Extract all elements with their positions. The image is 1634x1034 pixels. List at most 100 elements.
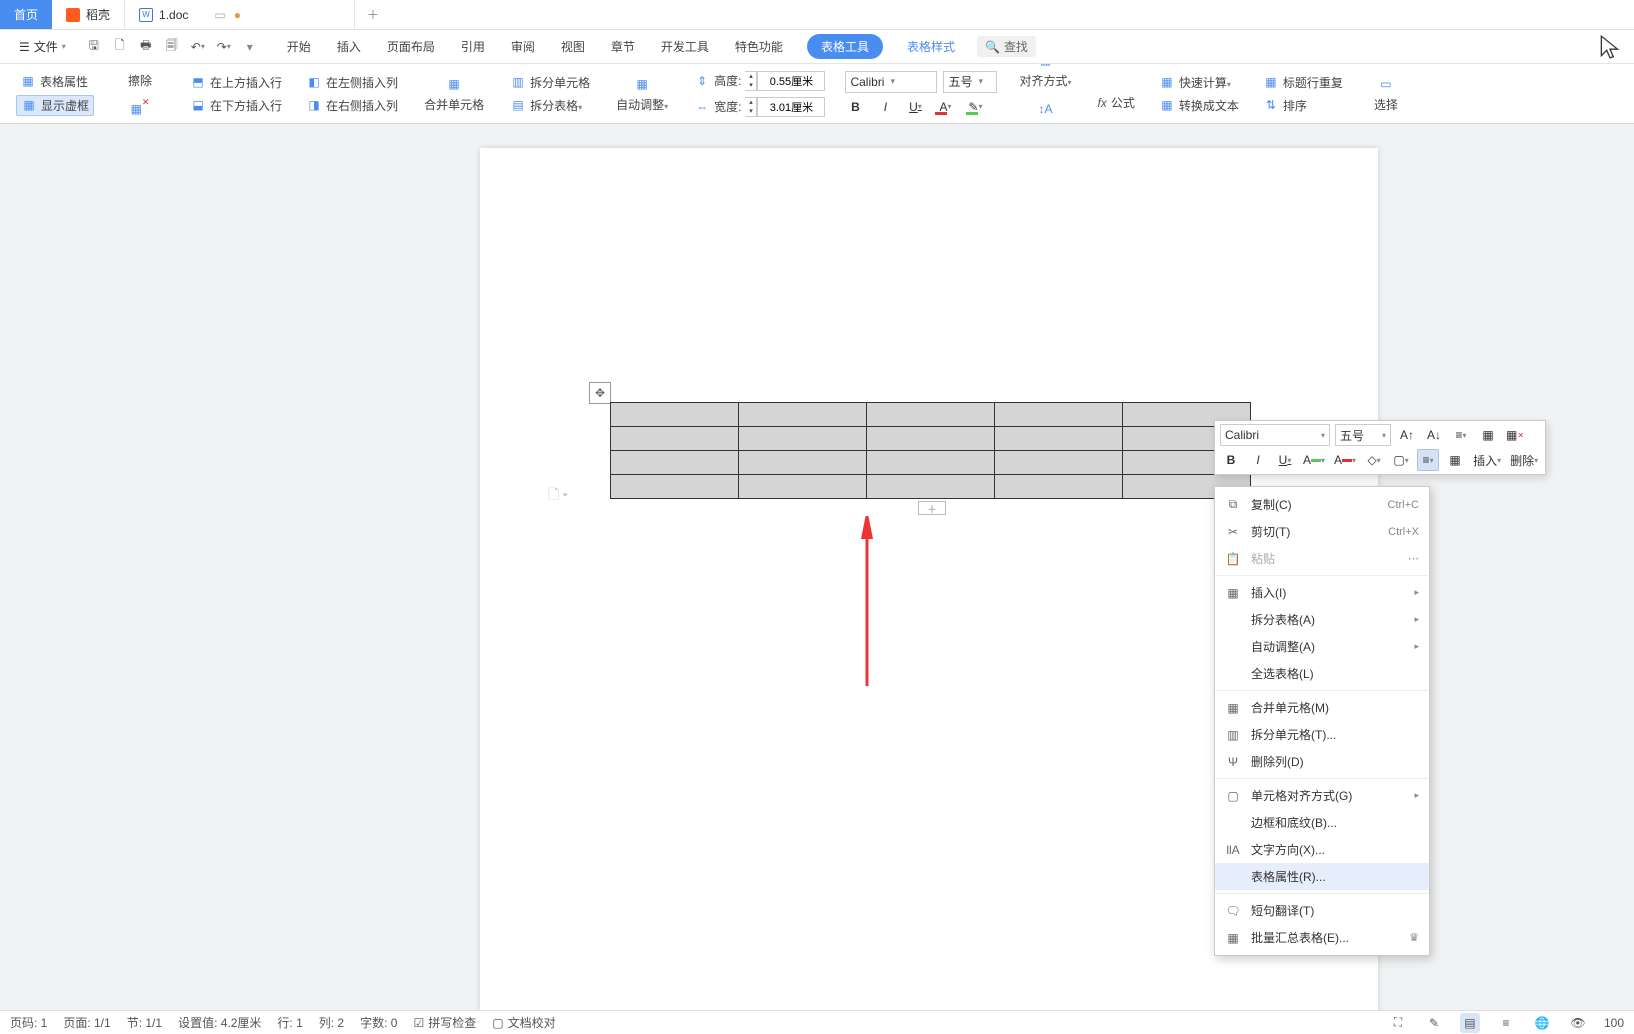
line-spacing-button[interactable]: ≡▾ — [1450, 424, 1472, 446]
italic-button[interactable]: I — [875, 97, 895, 117]
width-input[interactable]: ▴▾ — [745, 97, 825, 117]
tab-chapter[interactable]: 章节 — [609, 34, 637, 59]
mini-delete-button[interactable]: 删除▾ — [1508, 449, 1540, 471]
font-color-button[interactable]: A▾ — [935, 97, 955, 117]
tab-document[interactable]: W 1.doc ▭ ● — [125, 0, 355, 29]
mini-insert-button[interactable]: 插入▾ — [1471, 449, 1503, 471]
mini-table-icon[interactable]: ▦ — [1477, 424, 1499, 446]
spin-down-icon[interactable]: ▾ — [745, 81, 756, 90]
status-row[interactable]: 行: 1 — [277, 1014, 302, 1031]
sort-button[interactable]: ⇅排序 — [1259, 96, 1347, 115]
text-direction-button[interactable]: ↕A文字方向▾ — [1013, 97, 1077, 125]
tab-close-icon[interactable]: ● — [234, 8, 241, 22]
tab-table-style[interactable]: 表格样式 — [905, 34, 957, 59]
print-icon[interactable]: 🖶 — [137, 38, 155, 56]
tab-references[interactable]: 引用 — [459, 34, 487, 59]
font-name-select[interactable]: Calibri▾ — [845, 71, 937, 93]
ctx-select-table[interactable]: 全选表格(L) — [1215, 660, 1429, 687]
table-properties-button[interactable]: ▦表格属性 — [16, 72, 94, 91]
table-row[interactable] — [611, 427, 1251, 451]
ctx-delete-col[interactable]: Ψ删除列(D) — [1215, 748, 1429, 775]
edit-mode-icon[interactable]: ✎ — [1424, 1013, 1444, 1033]
web-view-icon[interactable]: 🌐 — [1532, 1013, 1552, 1033]
insert-row-above-button[interactable]: ⬒在上方插入行 — [186, 73, 286, 92]
ctx-table-properties[interactable]: 表格属性(R)... — [1215, 863, 1429, 890]
status-col[interactable]: 列: 2 — [319, 1014, 344, 1031]
file-menu-button[interactable]: ☰ 文件 ▾ — [10, 33, 75, 60]
ctx-insert[interactable]: ▦插入(I)▸ — [1215, 579, 1429, 606]
ctx-auto-fit[interactable]: 自动调整(A)▸ — [1215, 633, 1429, 660]
mini-italic-button[interactable]: I — [1247, 449, 1269, 471]
status-page-number[interactable]: 页码: 1 — [10, 1014, 47, 1031]
qat-dropdown-icon[interactable]: ▾ — [241, 38, 259, 56]
ctx-batch-summary[interactable]: ▦批量汇总表格(E)...♛ — [1215, 924, 1429, 951]
document-table[interactable] — [610, 402, 1251, 499]
tab-table-tools[interactable]: 表格工具 — [807, 34, 883, 59]
select-button[interactable]: ▭选择 — [1363, 72, 1409, 115]
spin-up-icon[interactable]: ▴ — [745, 98, 756, 107]
underline-button[interactable]: U▾ — [905, 97, 925, 117]
undo-icon[interactable]: ↶▾ — [189, 38, 207, 56]
ctx-split-table[interactable]: 拆分表格(A)▸ — [1215, 606, 1429, 633]
tab-devtools[interactable]: 开发工具 — [659, 34, 711, 59]
mini-font-color-button[interactable]: A▾ — [1332, 449, 1358, 471]
tab-start[interactable]: 开始 — [285, 34, 313, 59]
mini-bold-button[interactable]: B — [1220, 449, 1242, 471]
fullscreen-icon[interactable]: ⛶ — [1388, 1013, 1408, 1033]
quick-calc-button[interactable]: ▦快速计算▾ — [1155, 73, 1243, 92]
ctx-copy[interactable]: ⧉复制(C)Ctrl+C — [1215, 491, 1429, 518]
status-words[interactable]: 字数: 0 — [360, 1014, 397, 1031]
zoom-level[interactable]: 100 — [1604, 1016, 1624, 1030]
alignment-button[interactable]: ▦对齐方式▾ — [1013, 64, 1077, 91]
tab-view[interactable]: 视图 — [559, 34, 587, 59]
table-row[interactable] — [611, 403, 1251, 427]
page-layout-view-icon[interactable]: ▤ — [1460, 1013, 1480, 1033]
eraser-button[interactable]: ▱擦除 — [117, 64, 163, 91]
tab-page-layout[interactable]: 页面布局 — [385, 34, 437, 59]
outline-view-icon[interactable]: ≡ — [1496, 1013, 1516, 1033]
font-size-select[interactable]: 五号▾ — [943, 71, 997, 93]
status-spellcheck[interactable]: ☑拼写检查 — [413, 1014, 476, 1031]
mini-font-name-select[interactable]: Calibri▾ — [1220, 424, 1330, 446]
shrink-font-button[interactable]: A↓ — [1423, 424, 1445, 446]
show-gridlines-button[interactable]: ▦显示虚框 — [16, 95, 94, 116]
split-table-button[interactable]: ▤拆分表格▾ — [506, 96, 594, 115]
insert-row-below-button[interactable]: ⬓在下方插入行 — [186, 96, 286, 115]
status-setting[interactable]: 设置值: 4.2厘米 — [178, 1014, 261, 1031]
mini-align-button[interactable]: ≡▾ — [1417, 449, 1439, 471]
bold-button[interactable]: B — [845, 97, 865, 117]
tab-review[interactable]: 审阅 — [509, 34, 537, 59]
mini-delete-table-icon[interactable]: ▦✕ — [1504, 424, 1526, 446]
formula-button[interactable]: fx 公式 — [1094, 93, 1139, 112]
table-row[interactable] — [611, 451, 1251, 475]
mini-font-size-select[interactable]: 五号▾ — [1335, 424, 1391, 446]
status-section[interactable]: 节: 1/1 — [127, 1014, 162, 1031]
ctx-cell-align[interactable]: ▢单元格对齐方式(G)▸ — [1215, 782, 1429, 809]
new-tab-button[interactable]: ＋ — [355, 0, 391, 29]
width-field[interactable] — [757, 97, 825, 117]
tab-menu-icon[interactable]: ▭ — [214, 8, 225, 22]
spin-up-icon[interactable]: ▴ — [745, 72, 756, 81]
split-cells-button[interactable]: ▥拆分单元格 — [506, 73, 594, 92]
ctx-text-direction[interactable]: llA文字方向(X)... — [1215, 836, 1429, 863]
reading-view-icon[interactable]: 👁 — [1568, 1013, 1588, 1033]
mini-border-button[interactable]: ▢▾ — [1390, 449, 1412, 471]
table-row[interactable] — [611, 475, 1251, 499]
ctx-cut[interactable]: ✂剪切(T)Ctrl+X — [1215, 518, 1429, 545]
grow-font-button[interactable]: A↑ — [1396, 424, 1418, 446]
table-move-handle[interactable]: ✥ — [589, 382, 611, 404]
tab-home[interactable]: 首页 — [0, 0, 52, 29]
print-preview-icon[interactable]: 🗋 — [111, 38, 129, 56]
tab-insert[interactable]: 插入 — [335, 34, 363, 59]
delete-button[interactable]: ▦✕删除▾ — [117, 97, 163, 125]
ctx-split-cells[interactable]: ▥拆分单元格(T)... — [1215, 721, 1429, 748]
convert-to-text-button[interactable]: ▦转换成文本 — [1155, 96, 1243, 115]
redo-icon[interactable]: ↷▾ — [215, 38, 233, 56]
insert-col-left-button[interactable]: ◧在左侧插入列 — [302, 73, 402, 92]
save-icon[interactable]: 🖫 — [85, 38, 103, 56]
preview-icon[interactable]: 🗐 — [163, 38, 181, 56]
ctx-borders-shading[interactable]: 边框和底纹(B)... — [1215, 809, 1429, 836]
ctx-merge-cells[interactable]: ▦合并单元格(M) — [1215, 694, 1429, 721]
add-row-button[interactable]: ＋ — [918, 501, 946, 515]
tab-daoke[interactable]: 稻壳 — [52, 0, 125, 29]
